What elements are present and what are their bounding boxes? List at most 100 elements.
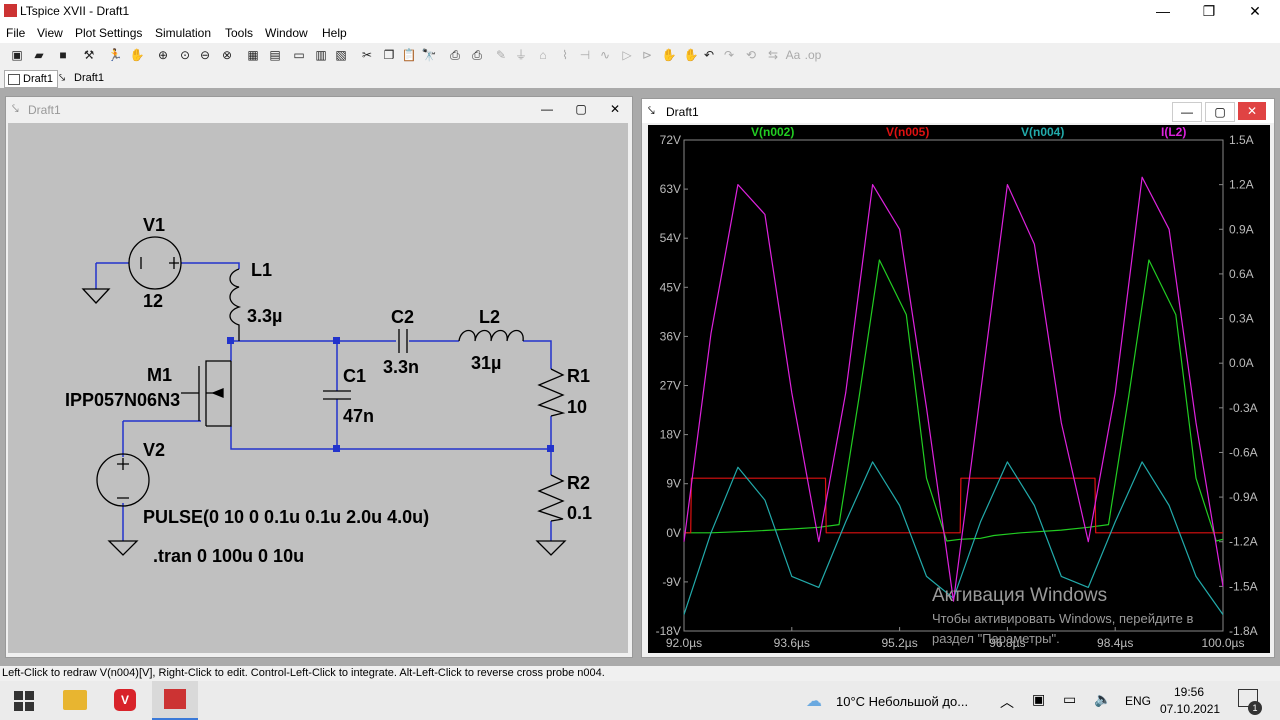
r1-name[interactable]: R1	[567, 366, 590, 386]
zoom-pan-icon[interactable]: ⊙	[176, 46, 194, 64]
zoom-out-icon[interactable]: ⊖	[196, 46, 214, 64]
menu-simulation[interactable]: Simulation	[155, 26, 211, 40]
redo-icon[interactable]: ↷	[720, 46, 738, 64]
y-tick-label: 0V	[666, 526, 681, 540]
m1-value[interactable]: IPP057N06N3	[65, 390, 180, 410]
resistor-icon[interactable]: ⌇	[556, 46, 574, 64]
y-tick-label: 36V	[660, 329, 681, 343]
tile-vertical-icon[interactable]: ▥	[312, 46, 330, 64]
y2-tick-label: 0.0A	[1229, 356, 1254, 370]
cut-icon[interactable]: ✂	[358, 46, 376, 64]
menu-window[interactable]: Window	[265, 26, 308, 40]
network-icon[interactable]: ▭	[1063, 691, 1076, 708]
l2-name[interactable]: L2	[479, 307, 500, 327]
minimize-button[interactable]: —	[1140, 0, 1186, 23]
clock-time[interactable]: 19:56	[1174, 685, 1204, 699]
legend-entry[interactable]: V(n005)	[886, 125, 929, 139]
volume-icon[interactable]: 🔈	[1094, 691, 1111, 708]
text-icon[interactable]: Aa	[784, 46, 802, 64]
menu-file[interactable]: File	[6, 26, 25, 40]
schematic-maximize-button[interactable]: ▢	[567, 100, 595, 118]
undo-icon[interactable]: ↶	[700, 46, 718, 64]
spice-directive-icon[interactable]: .op	[804, 46, 822, 64]
plot-close-button[interactable]: ✕	[1238, 102, 1266, 120]
close-button[interactable]: ✕	[1232, 0, 1278, 23]
zoom-in-icon[interactable]: ⊕	[154, 46, 172, 64]
print-preview-icon[interactable]: ⎙	[446, 46, 464, 64]
schematic-minimize-button[interactable]: —	[533, 100, 561, 118]
schematic-close-button[interactable]: ✕	[601, 100, 629, 118]
c2-value[interactable]: 3.3n	[383, 357, 419, 377]
legend-entry[interactable]: V(n004)	[1021, 125, 1064, 139]
pan-icon[interactable]: ✋	[128, 46, 146, 64]
x-tick-label: 95.2µs	[881, 636, 917, 650]
v1-value[interactable]: 12	[143, 291, 163, 311]
c1-value[interactable]: 47n	[343, 406, 374, 426]
y2-tick-label: -1.5A	[1229, 579, 1258, 593]
ltspice-taskbar-button[interactable]	[152, 681, 198, 720]
plot-window: ⤥ Draft1 — ▢ ✕ V(n002) V(n005) V(n004) I(L2…	[641, 98, 1275, 658]
v2-name[interactable]: V2	[143, 440, 165, 460]
spice-directive[interactable]: .tran 0 100u 0 10u	[153, 546, 304, 566]
new-schematic-icon[interactable]: ▣	[8, 46, 26, 64]
rotate-icon[interactable]: ⟲	[742, 46, 760, 64]
plot-minimize-button[interactable]: —	[1172, 102, 1202, 122]
legend-entry[interactable]: V(n002)	[751, 125, 794, 139]
menu-view[interactable]: View	[37, 26, 63, 40]
tile-horizontal-icon[interactable]: ▭	[290, 46, 308, 64]
tab-plot[interactable]: ⤥ Draft1	[56, 70, 108, 86]
meet-now-icon[interactable]: ▣	[1032, 691, 1045, 708]
l2-value[interactable]: 31µ	[471, 353, 501, 373]
m1-name[interactable]: M1	[147, 365, 172, 385]
schematic-canvas[interactable]: V1 12 L1 3.3µ C2 3.3n L2 31µ M1 IPP057N0…	[8, 123, 628, 653]
mirror-icon[interactable]: ⇆	[764, 46, 782, 64]
status-bar: Left-Click to redraw V(n004)[V], Right-C…	[0, 666, 1280, 681]
wire-icon[interactable]: ✎	[492, 46, 510, 64]
c2-name[interactable]: C2	[391, 307, 414, 327]
r2-value[interactable]: 0.1	[567, 503, 592, 523]
zoom-fit-icon[interactable]: ⊗	[218, 46, 236, 64]
print-icon[interactable]: ⎙	[468, 46, 486, 64]
language-indicator[interactable]: ENG	[1125, 694, 1151, 708]
chevron-up-icon[interactable]: ︿	[1000, 692, 1014, 712]
save-icon[interactable]: ■	[54, 46, 72, 64]
move-icon[interactable]: ✋	[660, 46, 678, 64]
windows-start-icon[interactable]	[14, 691, 34, 711]
label-net-icon[interactable]: ⌂	[534, 46, 552, 64]
ground-icon[interactable]: ⏚	[512, 46, 530, 64]
capacitor-icon[interactable]: ⊣	[576, 46, 594, 64]
menu-tools[interactable]: Tools	[225, 26, 253, 40]
inductor-icon[interactable]: ∿	[596, 46, 614, 64]
copy-icon[interactable]: ❐	[380, 46, 398, 64]
weather-text[interactable]: 10°C Небольшой до...	[836, 694, 968, 709]
grid-icon[interactable]: ▤	[266, 46, 284, 64]
run-icon[interactable]: 🏃	[106, 46, 124, 64]
diode-icon[interactable]: ▷	[618, 46, 636, 64]
plot-window-title-bar: ⤥ Draft1 — ▢ ✕	[642, 99, 1274, 123]
cascade-icon[interactable]: ▧	[332, 46, 350, 64]
r1-value[interactable]: 10	[567, 397, 587, 417]
control-panel-icon[interactable]: ⚒	[80, 46, 98, 64]
menu-help[interactable]: Help	[322, 26, 347, 40]
c1-name[interactable]: C1	[343, 366, 366, 386]
l1-value[interactable]: 3.3µ	[247, 306, 282, 326]
maximize-button[interactable]: ❐	[1186, 0, 1232, 23]
drag-icon[interactable]: ✋	[682, 46, 700, 64]
vivaldi-icon[interactable]: V	[114, 689, 136, 711]
v2-value[interactable]: PULSE(0 10 0 0.1u 0.1u 2.0u 4.0u)	[143, 507, 429, 527]
paste-icon[interactable]: 📋	[400, 46, 418, 64]
r2-name[interactable]: R2	[567, 473, 590, 493]
open-icon[interactable]: ▰	[30, 46, 48, 64]
autorange-icon[interactable]: ▦	[244, 46, 262, 64]
find-icon[interactable]: 🔭	[420, 46, 438, 64]
component-icon[interactable]: ⊳	[638, 46, 656, 64]
plot-maximize-button[interactable]: ▢	[1205, 102, 1235, 122]
v1-name[interactable]: V1	[143, 215, 165, 235]
clock-date[interactable]: 07.10.2021	[1160, 702, 1220, 716]
menu-plot-settings[interactable]: Plot Settings	[75, 26, 142, 40]
legend-entry[interactable]: I(L2)	[1161, 125, 1186, 139]
l1-name[interactable]: L1	[251, 260, 272, 280]
waveform-plot[interactable]: V(n002) V(n005) V(n004) I(L2) 72V 63V 54V 45V 3…	[648, 125, 1270, 653]
file-explorer-icon[interactable]	[63, 690, 87, 710]
tab-schematic[interactable]: Draft1	[4, 70, 58, 88]
